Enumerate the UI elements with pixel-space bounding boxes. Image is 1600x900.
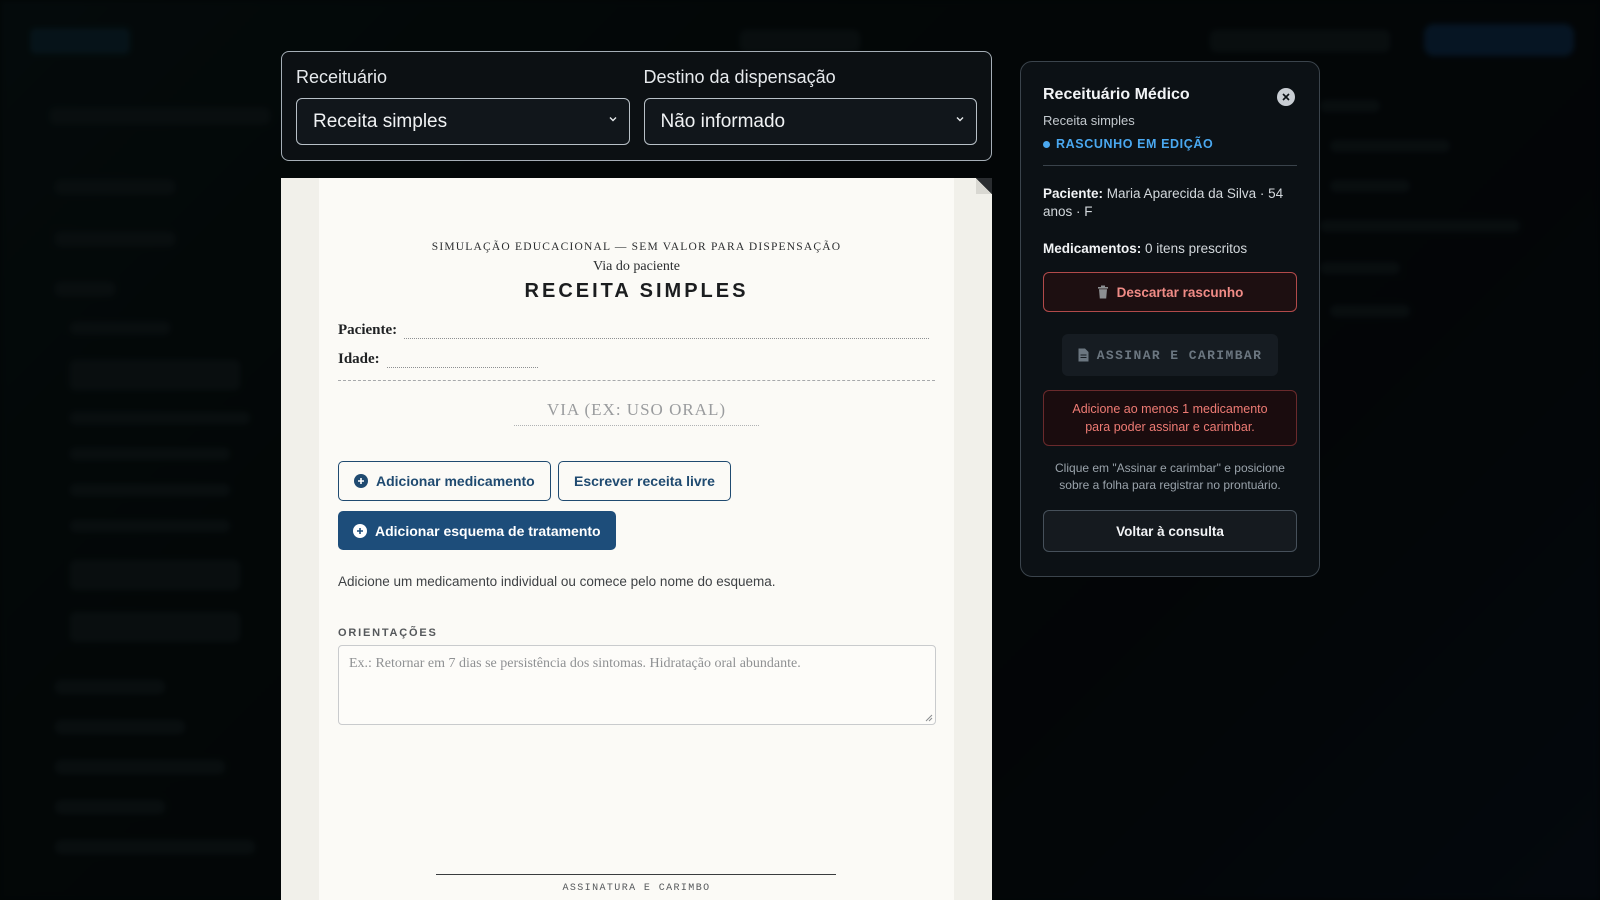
medications-info: Medicamentos: 0 itens prescritos — [1043, 240, 1297, 258]
prescription-sheet: SIMULAÇÃO EDUCACIONAL — SEM VALOR PARA D… — [319, 178, 954, 900]
close-icon — [1282, 93, 1290, 101]
add-medication-label: Adicionar medicamento — [376, 473, 535, 489]
panel-title: Receituário Médico — [1043, 86, 1190, 103]
receituario-select[interactable]: Receita simples — [296, 98, 630, 145]
simulation-notice: SIMULAÇÃO EDUCACIONAL — SEM VALOR PARA D… — [431, 241, 842, 253]
receituario-group: Receituário Receita simples — [296, 67, 630, 145]
prescription-type-selector-card: Receituário Receita simples Destino da d… — [281, 51, 992, 161]
patient-field-line — [404, 323, 930, 339]
add-treatment-scheme-button[interactable]: Adicionar esquema de tratamento — [338, 511, 616, 550]
orientations-placeholder: Ex.: Retornar em 7 dias se persistência … — [349, 656, 801, 671]
paper-fold-corner — [976, 178, 992, 194]
close-button[interactable] — [1277, 88, 1295, 106]
section-divider — [338, 380, 935, 381]
back-to-consultation-label: Voltar à consulta — [1116, 523, 1224, 539]
trash-icon — [1097, 285, 1108, 299]
back-to-consultation-button[interactable]: Voltar à consulta — [1043, 510, 1297, 552]
medications-info-value: 0 itens prescritos — [1145, 241, 1248, 256]
patient-field-label: Paciente: — [338, 322, 398, 338]
receituario-select-value: Receita simples — [313, 110, 448, 132]
prescription-paper: SIMULAÇÃO EDUCACIONAL — SEM VALOR PARA D… — [281, 178, 992, 900]
status-dot-icon — [1043, 140, 1050, 148]
age-field-line — [386, 352, 538, 368]
patient-info: Paciente: Maria Aparecida da Silva · 54 … — [1043, 185, 1297, 221]
age-field-label: Idade: — [338, 351, 380, 367]
destino-select[interactable]: Não informado — [643, 98, 977, 145]
add-medication-button[interactable]: Adicionar medicamento — [338, 461, 551, 501]
destino-select-value: Não informado — [660, 110, 786, 132]
sign-and-stamp-button[interactable]: ASSINAR E CARIMBAR — [1062, 334, 1278, 376]
draft-status: RASCUNHO EM EDIÇÃO — [1043, 137, 1297, 151]
panel-divider — [1043, 165, 1297, 166]
signature-line — [436, 874, 836, 875]
chevron-down-icon — [956, 117, 964, 122]
receituario-label: Receituário — [296, 67, 388, 87]
prescription-title: RECEITA SIMPLES — [524, 280, 749, 302]
orientations-label: ORIENTAÇÕES — [338, 627, 438, 639]
destino-group: Destino da dispensação Não informado — [643, 67, 977, 145]
validation-warning: Adicione ao menos 1 medicamento para pod… — [1043, 390, 1297, 446]
document-icon — [1078, 348, 1089, 362]
free-prescription-button[interactable]: Escrever receita livre — [558, 461, 731, 501]
sign-and-stamp-label: ASSINAR E CARIMBAR — [1096, 347, 1263, 363]
signature-label: ASSINATURA E CARIMBO — [562, 883, 711, 894]
medication-hint: Adicione um medicamento individual ou co… — [338, 574, 776, 589]
discard-draft-button[interactable]: Descartar rascunho — [1043, 272, 1297, 312]
status-text: RASCUNHO EM EDIÇÃO — [1056, 137, 1214, 151]
plus-circle-icon — [354, 474, 368, 488]
sign-help-text: Clique em "Assinar e carimbar" e posicio… — [1055, 461, 1285, 492]
via-input[interactable]: VIA (EX: USO ORAL) — [514, 400, 759, 426]
medications-info-label: Medicamentos: — [1043, 241, 1142, 256]
via-label: Via do paciente — [592, 259, 680, 274]
destino-label: Destino da dispensação — [643, 67, 836, 87]
discard-draft-label: Descartar rascunho — [1116, 284, 1244, 300]
prescription-side-panel: Receituário Médico Receita simples RASCU… — [1020, 61, 1320, 577]
add-treatment-scheme-label: Adicionar esquema de tratamento — [375, 522, 601, 539]
plus-circle-icon — [353, 523, 367, 538]
orientations-textarea[interactable]: Ex.: Retornar em 7 dias se persistência … — [338, 645, 936, 725]
chevron-down-icon — [609, 117, 616, 122]
free-prescription-label: Escrever receita livre — [574, 473, 715, 489]
patient-info-label: Paciente: — [1043, 186, 1104, 201]
patient-field: Paciente: — [338, 322, 930, 339]
panel-subtitle: Receita simples — [1043, 113, 1135, 128]
resize-handle-icon[interactable] — [924, 713, 933, 722]
age-field: Idade: — [338, 351, 538, 368]
